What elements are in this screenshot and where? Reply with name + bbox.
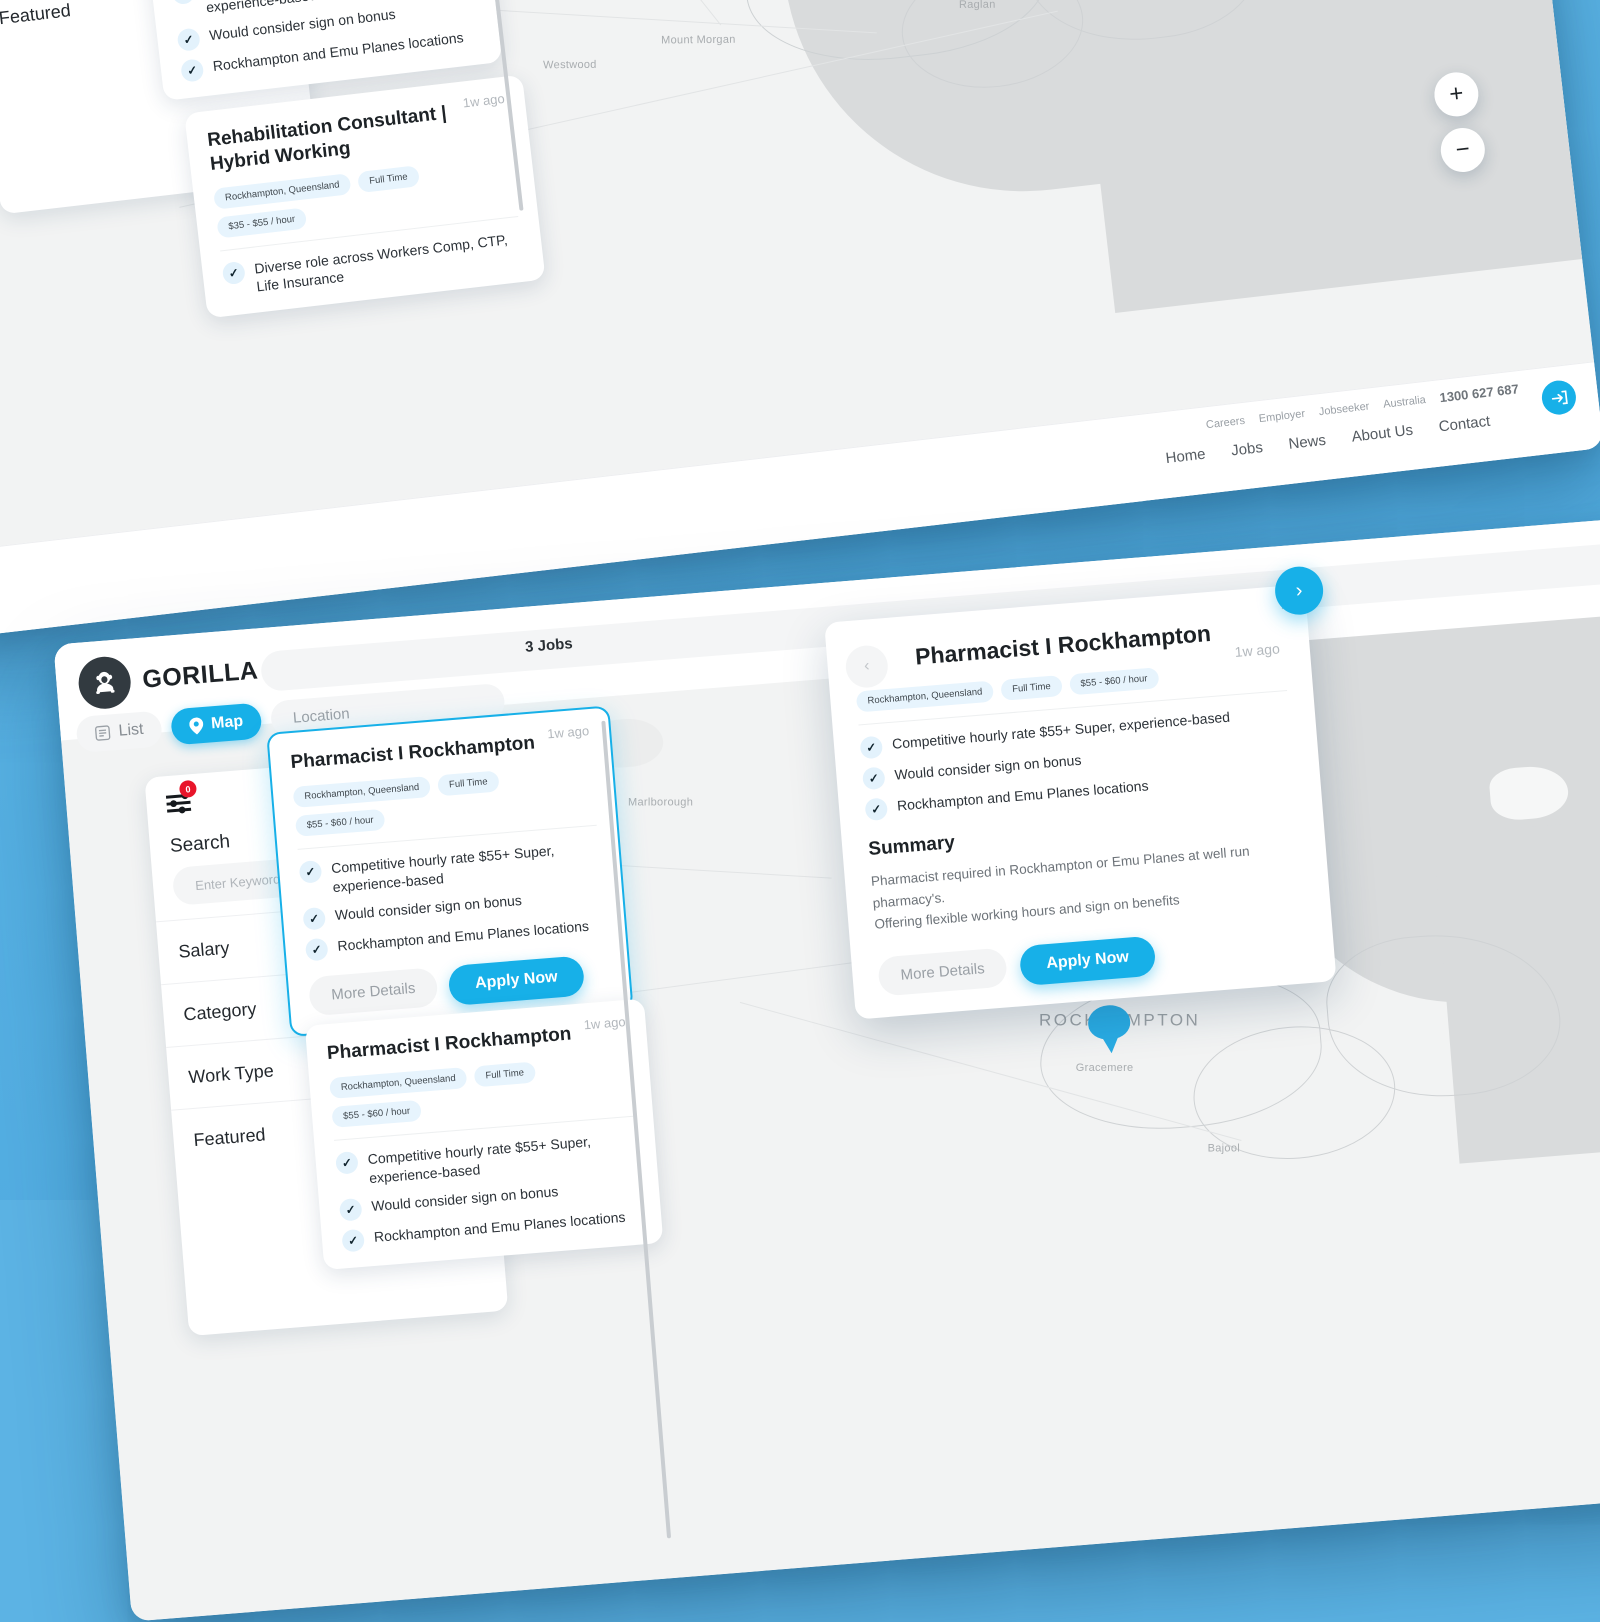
- filter-badge: 0: [179, 780, 197, 798]
- check-icon: ✓: [305, 937, 329, 961]
- job-chip-location: Rockhampton, Queensland: [213, 173, 352, 210]
- job-chip-location: Rockhampton, Queensland: [329, 1067, 467, 1099]
- nav-link-about[interactable]: About Us: [1351, 422, 1414, 446]
- more-details-button[interactable]: More Details: [877, 948, 1008, 997]
- check-icon: ✓: [339, 1197, 363, 1221]
- back-button[interactable]: ‹: [844, 644, 889, 689]
- job-chip-worktype: Full Time: [474, 1061, 536, 1087]
- nav-link-contact[interactable]: Contact: [1438, 413, 1491, 436]
- nav-link-home[interactable]: Home: [1165, 446, 1207, 467]
- map-label: Marlborough: [628, 797, 693, 809]
- map-label: Westwood: [543, 59, 597, 72]
- map-label: Raglan: [959, 0, 996, 11]
- top-link-employer[interactable]: Employer: [1258, 407, 1306, 424]
- job-bullets: ✓Competitive hourly rate $55+ Super, exp…: [335, 1128, 642, 1252]
- filter-row-label: Featured: [0, 0, 72, 29]
- login-arrow-icon: [1549, 388, 1568, 407]
- check-icon: ✓: [180, 58, 204, 82]
- check-icon: ✓: [859, 736, 883, 760]
- nav-link-jobs[interactable]: Jobs: [1230, 439, 1263, 460]
- job-bullets: ✓Competitive hourly rate $55+ Super, exp…: [299, 837, 606, 961]
- map-label: Mount Morgan: [661, 34, 736, 47]
- job-bullet-text: Would consider sign on bonus: [334, 891, 522, 925]
- apply-now-button[interactable]: Apply Now: [448, 955, 585, 1006]
- job-chip-location: Rockhampton, Queensland: [293, 776, 431, 808]
- job-title: Pharmacist I Rockhampton: [290, 731, 540, 775]
- job-card-selected-bottom[interactable]: 1w ago Pharmacist I Rockhampton Rockhamp…: [266, 705, 633, 1036]
- check-icon: ✓: [302, 906, 326, 930]
- tab-list-label: List: [118, 721, 144, 741]
- job-chip-worktype: Full Time: [437, 770, 499, 796]
- list-icon: [94, 724, 111, 741]
- filter-row-label: Salary: [178, 937, 231, 962]
- map-pin-icon: [189, 717, 204, 735]
- job-title: Pharmacist I Rockhampton: [326, 1022, 576, 1066]
- check-icon: ✓: [176, 27, 200, 51]
- job-detail-panel-bottom: × › ‹ 1w ago Pharmacist I Rockhampton Ro…: [824, 584, 1336, 1019]
- detail-actions: More Details Apply Now: [877, 923, 1309, 997]
- browser-window-bottom: Marlborough ROCKHAMPTON Gracemere Bajool: [53, 508, 1600, 1621]
- job-card-bottom-2[interactable]: 1w ago Pharmacist I Rockhampton Rockhamp…: [305, 999, 664, 1270]
- job-card-top-3[interactable]: 1w ago Rehabilitation Consultant | Hybri…: [184, 75, 545, 319]
- check-icon: ✓: [171, 0, 195, 5]
- job-posted-time: 1w ago: [462, 91, 505, 111]
- check-icon: ✓: [862, 767, 886, 791]
- top-link-careers[interactable]: Careers: [1205, 414, 1245, 430]
- detail-bullet-text: Would consider sign on bonus: [894, 751, 1082, 785]
- job-chip-salary: $35 - $55 / hour: [216, 207, 307, 238]
- tab-list-view[interactable]: List: [75, 710, 163, 753]
- job-posted-time: 1w ago: [583, 1014, 626, 1032]
- top-link-australia[interactable]: Australia: [1383, 393, 1427, 410]
- more-details-button[interactable]: More Details: [308, 967, 439, 1016]
- filter-row-label: Featured: [193, 1124, 266, 1151]
- check-icon: ✓: [335, 1151, 359, 1175]
- check-icon: ✓: [222, 260, 246, 284]
- top-link-jobseeker[interactable]: Jobseeker: [1318, 400, 1370, 418]
- job-chips: Rockhampton, Queensland Full Time $55 - …: [329, 1054, 632, 1128]
- map-label: Bajool: [1208, 1143, 1240, 1155]
- phone-number[interactable]: 1300 627 687: [1439, 381, 1520, 405]
- detail-chip-worktype: Full Time: [1000, 675, 1062, 701]
- check-icon: ✓: [299, 860, 323, 884]
- job-posted-time: 1w ago: [547, 723, 590, 741]
- job-chip-salary: $55 - $60 / hour: [331, 1100, 421, 1128]
- job-chip-worktype: Full Time: [357, 165, 420, 193]
- detail-chip-location: Rockhampton, Queensland: [856, 681, 994, 713]
- check-icon: ✓: [341, 1228, 365, 1252]
- job-chip-salary: $55 - $60 / hour: [295, 809, 385, 837]
- job-chips: Rockhampton, Queensland Full Time $55 - …: [293, 763, 596, 837]
- filter-row-label: Work Type: [188, 1060, 275, 1088]
- apply-now-button[interactable]: Apply Now: [1019, 935, 1156, 986]
- tab-map-label: Map: [211, 713, 244, 734]
- nav-link-news[interactable]: News: [1288, 432, 1327, 453]
- check-icon: ✓: [864, 797, 888, 821]
- map-label: Gracemere: [1076, 1062, 1134, 1074]
- detail-chip-salary: $55 - $60 / hour: [1069, 667, 1159, 695]
- map-water: [1077, 0, 1582, 313]
- tab-map-view[interactable]: Map: [170, 702, 263, 745]
- gorilla-icon: [77, 655, 133, 711]
- filter-row-label: Category: [183, 998, 257, 1025]
- filter-search-text: Search: [169, 831, 231, 857]
- job-bullet-text: Would consider sign on bonus: [371, 1182, 559, 1216]
- detail-bullets: ✓Competitive hourly rate $55+ Super, exp…: [859, 703, 1294, 821]
